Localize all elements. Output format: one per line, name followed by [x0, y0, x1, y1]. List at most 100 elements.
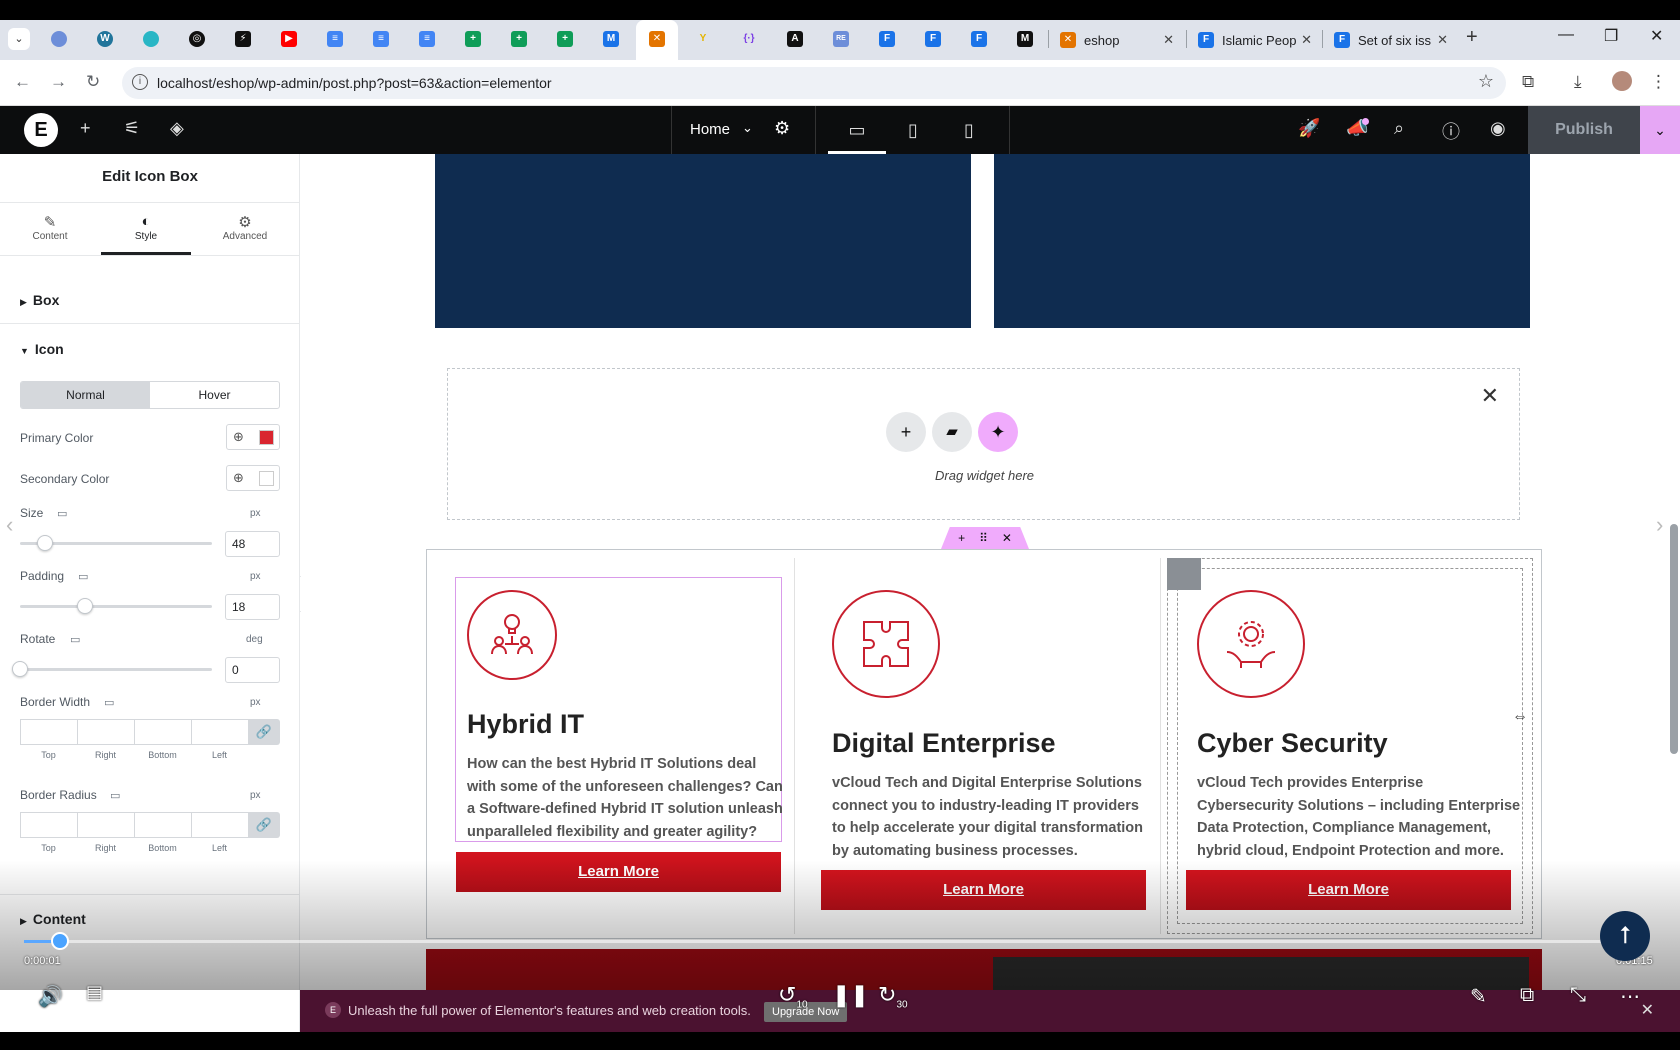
extensions-icon[interactable]: ⧉: [1522, 72, 1534, 92]
browser-menu-icon[interactable]: ⋮: [1650, 72, 1667, 92]
link-values-icon[interactable]: 🔗: [248, 719, 280, 745]
learn-more-button[interactable]: Learn More: [456, 852, 781, 892]
border-width-right[interactable]: [77, 719, 134, 745]
exit-fullscreen-icon[interactable]: ⤡: [1570, 984, 1586, 1007]
page-selector[interactable]: Home ⌄ ⚙: [671, 106, 816, 154]
browser-tab[interactable]: +: [508, 28, 530, 50]
captions-icon[interactable]: ▤: [86, 982, 103, 1003]
search-icon[interactable]: ⌕: [1394, 118, 1404, 139]
minimize-icon[interactable]: —: [1558, 26, 1574, 44]
browser-tab[interactable]: ✕: [646, 28, 668, 50]
primary-color-swatch[interactable]: [259, 430, 274, 445]
padding-input[interactable]: 18: [225, 594, 280, 620]
browser-tab-set[interactable]: F Set of six iss ✕: [1328, 26, 1454, 54]
page-settings-gear-icon[interactable]: ⚙: [774, 118, 790, 139]
learn-more-button[interactable]: Learn More: [1186, 870, 1511, 910]
border-width-top[interactable]: [20, 719, 77, 745]
add-section-icon[interactable]: +: [958, 531, 965, 545]
link-values-icon[interactable]: 🔗: [248, 812, 280, 838]
browser-tab-eshop[interactable]: ✕ eshop ✕: [1054, 26, 1180, 54]
border-radius-right[interactable]: [77, 812, 134, 838]
omnibox[interactable]: i localhost/eshop/wp-admin/post.php?post…: [122, 67, 1506, 99]
browser-tab[interactable]: [140, 28, 162, 50]
drag-handle-icon[interactable]: ⠿: [979, 531, 988, 545]
elementor-logo-icon[interactable]: E: [24, 113, 58, 147]
volume-icon[interactable]: 🔊: [38, 984, 63, 1009]
resize-horizontal-icon[interactable]: ⇔: [1512, 708, 1528, 726]
browser-tab[interactable]: [48, 28, 70, 50]
site-settings-icon[interactable]: ⚟: [124, 118, 140, 139]
rewind-icon[interactable]: ↺10: [778, 982, 808, 1010]
desktop-icon[interactable]: ▭: [70, 633, 80, 646]
global-colors-icon[interactable]: ⊕: [233, 470, 244, 486]
browser-tab[interactable]: A: [784, 28, 806, 50]
primary-color-picker[interactable]: ⊕: [226, 424, 280, 450]
profile-avatar[interactable]: [1612, 71, 1632, 91]
mobile-icon[interactable]: ▯: [940, 106, 998, 154]
browser-tab[interactable]: ◎: [186, 28, 208, 50]
back-icon[interactable]: ←: [14, 72, 31, 92]
tab-style[interactable]: ◐ Style: [101, 203, 191, 255]
close-tab-icon[interactable]: ✕: [1163, 32, 1174, 48]
reload-icon[interactable]: ↻: [86, 72, 100, 92]
add-section-plus-icon[interactable]: +: [886, 412, 926, 452]
size-slider[interactable]: [20, 535, 212, 551]
new-tab-icon[interactable]: +: [1466, 26, 1478, 49]
browser-tab[interactable]: ⚡: [232, 28, 254, 50]
ai-sparkle-icon[interactable]: ✦: [978, 412, 1018, 452]
url-text[interactable]: localhost/eshop/wp-admin/post.php?post=6…: [157, 75, 552, 91]
help-icon[interactable]: ⓘ: [1442, 118, 1460, 144]
secondary-color-picker[interactable]: ⊕: [226, 465, 280, 491]
empty-drop-zone[interactable]: + ▰ ✦ Drag widget here ✕: [447, 368, 1520, 520]
section-box-toggle[interactable]: ▶ Box: [20, 292, 59, 308]
scroll-to-top-button[interactable]: ⭡: [1600, 911, 1650, 961]
canvas-scrollbar[interactable]: [1670, 524, 1678, 754]
state-hover-button[interactable]: Hover: [150, 382, 279, 408]
section-icon-toggle[interactable]: ▼ Icon: [20, 341, 64, 357]
size-unit[interactable]: px: [250, 508, 261, 519]
restore-icon[interactable]: ❐: [1604, 26, 1618, 46]
previous-chevron-icon[interactable]: ‹: [6, 512, 13, 538]
icon-box-section[interactable]: Hybrid IT How can the best Hybrid IT Sol…: [426, 549, 1542, 939]
padding-unit[interactable]: px: [250, 571, 261, 582]
browser-tab[interactable]: ≡: [416, 28, 438, 50]
section-handle[interactable]: + ⠿ ✕: [941, 527, 1029, 549]
template-folder-icon[interactable]: ▰: [932, 412, 972, 452]
close-tab-icon[interactable]: ✕: [1437, 32, 1448, 48]
edit-pencil-icon[interactable]: ✎: [1470, 984, 1487, 1009]
browser-tab[interactable]: +: [554, 28, 576, 50]
size-input[interactable]: 48: [225, 531, 280, 557]
next-chevron-icon[interactable]: ›: [1656, 512, 1663, 538]
border-width-left[interactable]: [191, 719, 248, 745]
browser-tab[interactable]: ≡: [324, 28, 346, 50]
browser-tab[interactable]: W: [94, 28, 116, 50]
slider-handle[interactable]: [36, 535, 53, 551]
section-content-toggle[interactable]: ▶ Content: [20, 911, 86, 927]
forward-icon[interactable]: →: [50, 72, 67, 92]
browser-tab[interactable]: ▶: [278, 28, 300, 50]
page-name[interactable]: Home: [690, 121, 730, 138]
icon-box-digital-enterprise[interactable]: Digital Enterprise vCloud Tech and Digit…: [832, 590, 1152, 859]
icon-box-hybrid-it[interactable]: Hybrid IT How can the best Hybrid IT Sol…: [467, 590, 783, 840]
secondary-color-swatch[interactable]: [259, 471, 274, 486]
browser-tab[interactable]: F: [922, 28, 944, 50]
video-progress-knob[interactable]: [51, 932, 69, 950]
browser-tab[interactable]: M: [1014, 28, 1036, 50]
rotate-unit[interactable]: deg: [246, 634, 263, 645]
video-progress-bar[interactable]: [24, 932, 1644, 950]
learn-more-button[interactable]: Learn More: [821, 870, 1146, 910]
publish-button[interactable]: Publish: [1528, 106, 1640, 154]
close-drop-zone-icon[interactable]: ✕: [1481, 383, 1499, 409]
site-info-icon[interactable]: i: [132, 74, 148, 90]
border-radius-left[interactable]: [191, 812, 248, 838]
bookmark-star-icon[interactable]: ☆: [1478, 71, 1494, 92]
need-help-link[interactable]: Need Help ⓘ: [114, 996, 180, 1012]
border-radius-unit[interactable]: px: [250, 790, 261, 801]
slider-handle[interactable]: [12, 661, 28, 677]
close-window-icon[interactable]: ✕: [1650, 26, 1663, 46]
structure-layers-icon[interactable]: ◈: [170, 118, 184, 139]
icon-box-cyber-security[interactable]: Cyber Security vCloud Tech provides Ente…: [1197, 590, 1522, 859]
add-element-icon[interactable]: +: [80, 118, 91, 139]
forward-icon[interactable]: ↻30: [878, 982, 908, 1010]
launch-rocket-icon[interactable]: 🚀: [1298, 118, 1320, 139]
